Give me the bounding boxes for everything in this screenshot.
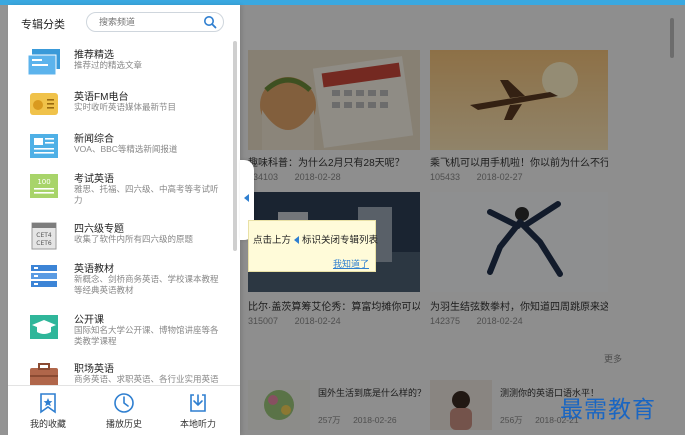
article-meta: 134103 2018-02-28 — [248, 172, 420, 182]
radio-icon — [30, 93, 58, 115]
sidebar-item-exam[interactable]: 100 考试英语 雅思、托福、四六级、中高考等考试听力 — [8, 167, 232, 213]
article-meta: 142375 2018-02-24 — [430, 316, 608, 326]
sidebar-footer: 我的收藏 播放历史 本地听力 — [8, 385, 240, 436]
list-thumbnail — [248, 380, 310, 430]
sidebar-item-label: 考试英语 — [74, 174, 114, 185]
sidebar-item-desc: VOA、BBC等精选新闻报道 — [74, 144, 178, 154]
history-button[interactable]: 播放历史 — [94, 392, 154, 436]
sidebar-item-fm-radio[interactable]: 英语FM电台 实时收听英语媒体最新节目 — [8, 85, 232, 131]
sidebar-scrollbar[interactable] — [233, 41, 237, 251]
article-date: 2018-02-28 — [294, 172, 341, 182]
local-listening-button[interactable]: 本地听力 — [168, 392, 228, 436]
article-thumbnail — [248, 50, 420, 150]
article-title[interactable]: 比尔·盖茨算筹艾伦秀：算富均摊你可以吗？ — [248, 298, 420, 313]
list-meta: 257万 2018-02-26 — [318, 414, 407, 426]
sidebar-item-label: 职场英语 — [74, 364, 114, 375]
favorites-label: 我的收藏 — [29, 419, 66, 429]
play-count: 257万 — [318, 415, 341, 425]
sidebar-item-desc: 雅思、托福、四六级、中高考等考试听力 — [74, 184, 219, 205]
sidebar-item-desc: 商务英语、求职英语、各行业实用英语 — [74, 374, 219, 384]
search-icon[interactable] — [203, 15, 217, 29]
sidebar-title: 专辑分类 — [21, 19, 65, 31]
article-title[interactable]: 乘飞机可以用手机啦！你以前为什么不行… — [430, 154, 608, 169]
article-card[interactable]: 乘飞机可以用手机啦！你以前为什么不行… 105433 2018-02-27 — [430, 50, 608, 182]
collapse-arrow-icon — [244, 194, 249, 202]
article-thumbnail — [430, 50, 608, 150]
play-count: 105433 — [430, 172, 461, 182]
sidebar-item-desc: 推荐过的精选文章 — [74, 60, 143, 70]
sidebar-item-desc: 收集了软件内所有四六级的原题 — [74, 234, 194, 244]
article-date: 2018-02-24 — [476, 316, 523, 326]
svg-text:CET6: CET6 — [36, 240, 52, 247]
channel-search[interactable] — [86, 12, 224, 32]
sidebar-item-label: 英语FM电台 — [74, 92, 129, 103]
clock-icon — [114, 393, 134, 413]
sidebar-item-label: 公开课 — [74, 315, 104, 326]
cet-icon: CET4 CET6 — [31, 222, 57, 250]
article-title[interactable]: 为羽生结弦数拳村，你知道四周跳原来这么… — [430, 298, 608, 313]
play-count: 315007 — [248, 316, 279, 326]
sidebar-item-label: 新闻综合 — [74, 134, 114, 145]
tooltip-text-after: 标识关闭专辑列表 — [302, 235, 379, 246]
article-card[interactable]: 为羽生结弦数拳村，你知道四周跳原来这么… 142375 2018-02-24 — [430, 192, 608, 332]
sidebar-header: 专辑分类 — [8, 5, 240, 35]
sidebar-item-label: 推荐精选 — [74, 50, 114, 61]
more-link[interactable]: 更多 — [604, 352, 622, 365]
sidebar-item-textbook[interactable]: 英语教材 新概念、剑桥商务英语、学校课本教程等经典英语教材 — [8, 257, 232, 303]
article-card[interactable]: 趣味科普：为什么2月只有28天呢？ 134103 2018-02-28 — [248, 50, 420, 182]
article-thumbnail — [430, 192, 608, 292]
svg-text:100: 100 — [37, 178, 50, 186]
exam-icon: 100 — [30, 174, 58, 198]
sidebar-item-label: 英语教材 — [74, 264, 114, 275]
news-icon — [30, 134, 58, 158]
category-sidebar: 专辑分类 推荐精选 推荐过的精选文章 英语FM电台 实时收听英语媒体最新节目 — [8, 5, 240, 436]
play-count: 256万 — [500, 415, 523, 425]
got-it-link[interactable]: 我知道了 — [333, 257, 369, 270]
favorites-icon — [40, 393, 56, 414]
sidebar-item-desc: 实时收听英语媒体最新节目 — [74, 102, 177, 112]
article-title[interactable]: 趣味科普：为什么2月只有28天呢？ — [248, 154, 420, 169]
play-count: 142375 — [430, 316, 461, 326]
list-date: 2018-02-26 — [353, 415, 397, 425]
sidebar-item-desc: 国际知名大学公开课、博物馆讲座等各类教学课程 — [74, 325, 219, 346]
watermark: 最需教育 — [560, 397, 656, 423]
sidebar-item-desc: 新概念、剑桥商务英语、学校课本教程等经典英语教材 — [74, 274, 219, 295]
list-thumbnail — [430, 380, 492, 430]
textbook-icon — [31, 265, 57, 287]
recommend-icon — [27, 49, 60, 76]
history-label: 播放历史 — [105, 419, 142, 429]
search-input[interactable] — [99, 15, 199, 29]
list-item[interactable]: 国外生活到底是什么样的？ 257万 2018-02-26 — [248, 380, 427, 430]
tooltip-text-before: 点击上方 — [253, 235, 292, 246]
sidebar-item-open-course[interactable]: 公开课 国际知名大学公开课、博物馆讲座等各类教学课程 — [8, 308, 232, 354]
favorites-button[interactable]: 我的收藏 — [18, 392, 78, 436]
guide-tooltip: 点击上方 标识关闭专辑列表 我知道了 — [248, 220, 378, 272]
content-scrollbar[interactable] — [670, 18, 674, 58]
sidebar-item-recommended[interactable]: 推荐精选 推荐过的精选文章 — [8, 43, 232, 89]
local-listening-label: 本地听力 — [179, 419, 216, 429]
download-icon — [190, 394, 206, 412]
graduation-cap-icon — [30, 315, 58, 339]
tooltip-text: 点击上方 标识关闭专辑列表 — [253, 232, 378, 246]
sidebar-item-label: 四六级专题 — [74, 224, 124, 235]
article-date: 2018-02-24 — [294, 316, 341, 326]
article-date: 2018-02-27 — [476, 172, 523, 182]
article-meta: 105433 2018-02-27 — [430, 172, 608, 182]
arrow-left-icon — [294, 236, 300, 245]
list-title: 国外生活到底是什么样的？ — [318, 388, 427, 398]
article-meta: 315007 2018-02-24 — [248, 316, 420, 326]
svg-text:CET4: CET4 — [36, 232, 52, 239]
